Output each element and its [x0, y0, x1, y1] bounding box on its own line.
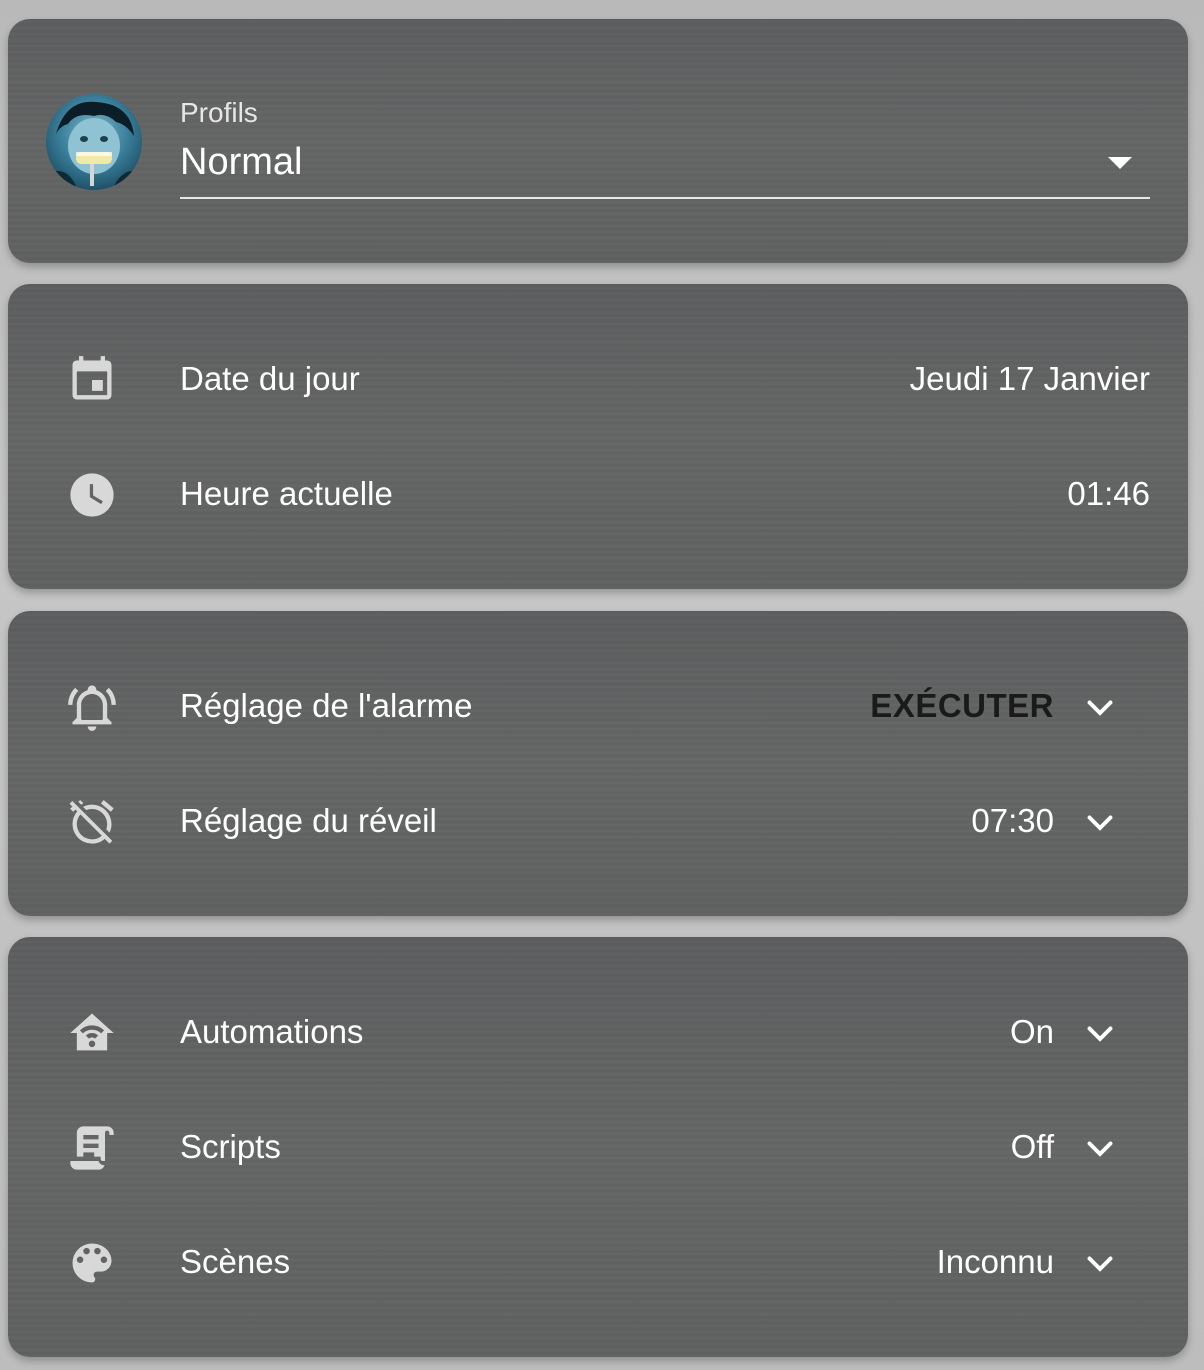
automation-card: Automations On Scripts Off Scènes Inconn… [8, 937, 1188, 1357]
profile-select-value[interactable]: Normal [180, 141, 302, 184]
profile-select-label: Profils [180, 97, 258, 128]
scripts-label: Scripts [180, 1128, 281, 1165]
scenes-label: Scènes [180, 1243, 291, 1280]
caret-down-icon[interactable] [1108, 157, 1132, 169]
profile-select[interactable]: Profils Normal [180, 91, 1150, 199]
time-row: Heure actuelle 01:46 [8, 465, 1188, 525]
alarm-row: Réglage de l'alarme EXÉCUTER [8, 677, 1188, 737]
date-row: Date du jour Jeudi 17 Janvier [8, 350, 1188, 410]
date-label: Date du jour [180, 360, 360, 397]
home-automation-icon [70, 1013, 114, 1051]
alarm-off-icon [69, 800, 114, 844]
execute-button[interactable]: EXÉCUTER [870, 687, 1054, 725]
chevron-down-icon[interactable] [1082, 804, 1118, 840]
scenes-row: Scènes Inconnu [8, 1233, 1188, 1293]
chevron-down-icon[interactable] [1082, 1130, 1118, 1166]
palette-icon [72, 1243, 112, 1283]
alarm-label: Réglage de l'alarme [180, 687, 473, 724]
scenes-value[interactable]: Inconnu [937, 1243, 1054, 1281]
user-avatar-photo [46, 101, 142, 190]
chevron-down-icon[interactable] [1082, 1245, 1118, 1281]
wakeup-label: Réglage du réveil [180, 802, 437, 839]
automations-value[interactable]: On [1010, 1013, 1054, 1051]
bell-ring-icon [68, 685, 116, 731]
date-value: Jeudi 17 Janvier [909, 360, 1150, 397]
scripts-row: Scripts Off [8, 1118, 1188, 1178]
time-label: Heure actuelle [180, 475, 393, 512]
avatar [46, 94, 142, 190]
scripts-value[interactable]: Off [1011, 1128, 1054, 1166]
chevron-down-icon[interactable] [1082, 689, 1118, 725]
automations-row: Automations On [8, 1003, 1188, 1063]
datetime-card: Date du jour Jeudi 17 Janvier Heure actu… [8, 284, 1188, 589]
chevron-down-icon[interactable] [1082, 1015, 1118, 1051]
alarm-card: Réglage de l'alarme EXÉCUTER Réglage du … [8, 611, 1188, 916]
time-value: 01:46 [1067, 475, 1150, 512]
profile-card: Profils Normal [8, 19, 1188, 263]
calendar-icon [72, 356, 112, 400]
automations-label: Automations [180, 1013, 364, 1050]
clock-icon [70, 473, 114, 517]
wakeup-row: Réglage du réveil 07:30 [8, 792, 1188, 852]
wakeup-value[interactable]: 07:30 [971, 802, 1054, 840]
script-icon [70, 1126, 114, 1170]
